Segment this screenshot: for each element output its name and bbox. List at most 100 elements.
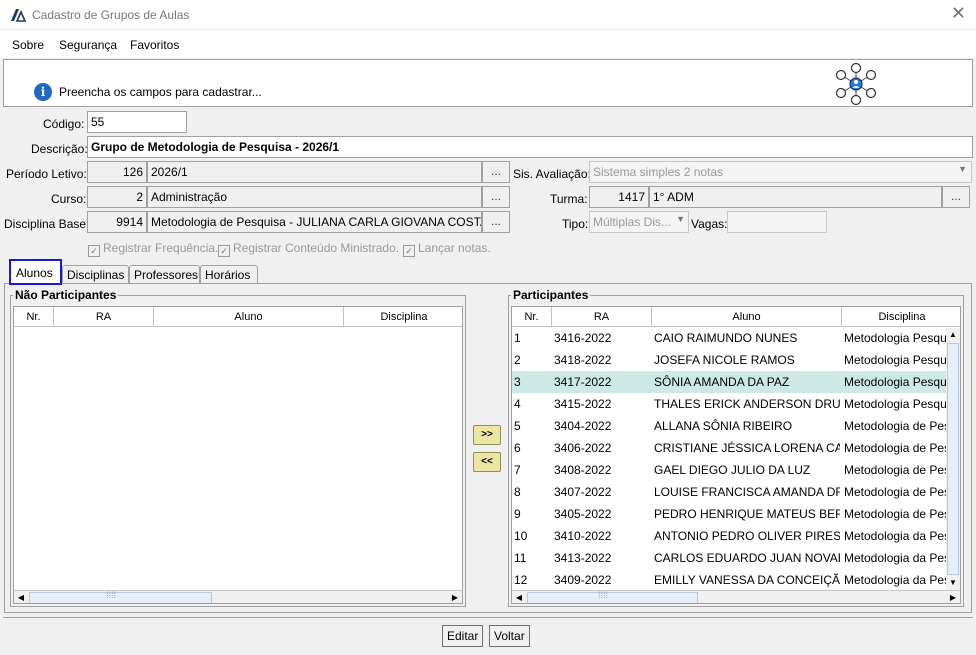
vagas-field[interactable]	[727, 211, 827, 233]
column-header-aluno[interactable]: Aluno	[652, 307, 842, 327]
cell-disciplina: Metodologia de Pes	[844, 419, 946, 433]
nao-participantes-grid[interactable]: Nr. RA Aluno Disciplina ◀ ⁞⁞⁞⁞ ▶	[13, 306, 463, 604]
turma-code-field[interactable]: 1417	[589, 186, 649, 208]
sis-avaliacao-select[interactable]: Sistema simples 2 notas ▼	[589, 161, 972, 183]
registrar-frequencia-checkbox[interactable]: ✓ Registrar Frequência.	[88, 241, 218, 257]
column-header-nr[interactable]: Nr.	[14, 307, 54, 327]
disciplina-lookup-button[interactable]: ...	[482, 211, 510, 233]
scroll-thumb[interactable]: ⁞⁞⁞⁞	[527, 590, 698, 603]
table-row[interactable]: 3 3417-2022 SÔNIA AMANDA DA PAZ Metodologia…	[512, 371, 946, 393]
remove-participant-button[interactable]: <<	[473, 452, 501, 472]
table-row[interactable]: 11 3413-2022 CARLOS EDUARDO JUAN NOVAES Met…	[512, 547, 946, 569]
cell-nr: 8	[514, 485, 521, 499]
scroll-right-icon[interactable]: ▶	[448, 591, 462, 603]
grip-icon: ⁞⁞⁞⁞	[598, 590, 609, 600]
cell-nr: 9	[514, 507, 521, 521]
table-row[interactable]: 5 3404-2022 ALLANA SÔNIA RIBEIRO Metodologi…	[512, 415, 946, 437]
column-header-ra[interactable]: RA	[552, 307, 652, 327]
scroll-left-icon[interactable]: ◀	[512, 591, 526, 603]
footer-bar: Editar Voltar	[3, 617, 973, 651]
add-participant-button[interactable]: >>	[473, 425, 501, 445]
codigo-field[interactable]: 55	[87, 111, 187, 133]
descricao-field[interactable]: Grupo de Metodologia de Pesquisa - 2026/…	[87, 136, 973, 158]
check-icon: ✓	[218, 245, 230, 257]
cell-disciplina: Metodologia Pesqu	[844, 331, 946, 345]
cell-disciplina: Metodologia da Pes	[844, 529, 946, 543]
table-row[interactable]: 4 3415-2022 THALES ERICK ANDERSON DRUM... M…	[512, 393, 946, 415]
horizontal-scrollbar[interactable]: ◀ ⁞⁞⁞⁞ ▶	[14, 590, 462, 603]
periodo-lookup-button[interactable]: ...	[482, 161, 510, 183]
participantes-grid[interactable]: Nr. RA Aluno Disciplina 1 3416-2022 CAIO R…	[511, 306, 961, 604]
check-icon: ✓	[88, 245, 100, 257]
check-icon: ✓	[403, 245, 415, 257]
editar-button[interactable]: Editar	[442, 625, 484, 647]
voltar-button[interactable]: Voltar	[489, 625, 530, 647]
tab-professores[interactable]: Professores	[129, 265, 200, 283]
tipo-select[interactable]: Múltiplas Dis... ▼	[589, 211, 689, 233]
tipo-value: Múltiplas Dis...	[593, 215, 672, 229]
cell-disciplina: Metodologia de Pes	[844, 485, 946, 499]
cell-ra: 3418-2022	[554, 353, 612, 367]
scroll-thumb[interactable]: ⁞⁞⁞⁞	[29, 590, 212, 603]
table-row[interactable]: 6 3406-2022 CRISTIANE JÉSSICA LORENA CAM..…	[512, 437, 946, 459]
disciplina-code-field[interactable]: 9914	[87, 211, 147, 233]
cell-aluno: GAEL DIEGO JULIO DA LUZ	[654, 463, 811, 477]
table-row[interactable]: 12 3409-2022 EMILLY VANESSA DA CONCEIÇÃO Me…	[512, 569, 946, 591]
tab-horarios[interactable]: Horários	[200, 265, 258, 283]
vertical-scrollbar[interactable]: ▲ ▼	[946, 328, 960, 590]
table-row[interactable]: 8 3407-2022 LOUISE FRANCISCA AMANDA DR... M…	[512, 481, 946, 503]
cell-nr: 1	[514, 331, 521, 345]
column-header-disciplina[interactable]: Disciplina	[344, 307, 462, 327]
table-row[interactable]: 2 3418-2022 JOSEFA NICOLE RAMOS Metodologia…	[512, 349, 946, 371]
lancar-notas-checkbox[interactable]: ✓ Lançar notas.	[403, 241, 491, 257]
horizontal-scrollbar[interactable]: ◀ ⁞⁞⁞⁞ ▶	[512, 590, 960, 603]
cell-nr: 11	[514, 551, 527, 565]
close-icon[interactable]: ✕	[951, 3, 966, 24]
periodo-name-field[interactable]: 2026/1	[147, 161, 482, 183]
scroll-up-icon[interactable]: ▲	[946, 328, 960, 342]
column-header-disciplina[interactable]: Disciplina	[842, 307, 960, 327]
column-header-nr[interactable]: Nr.	[512, 307, 552, 327]
periodo-code-field[interactable]: 126	[87, 161, 147, 183]
registrar-frequencia-label: Registrar Frequência.	[103, 241, 219, 255]
curso-code-field[interactable]: 2	[87, 186, 147, 208]
window-title: Cadastro de Grupos de Aulas	[32, 8, 190, 22]
curso-lookup-button[interactable]: ...	[482, 186, 510, 208]
table-row[interactable]: 10 3410-2022 ANTONIO PEDRO OLIVER PIRES Met…	[512, 525, 946, 547]
table-row[interactable]: 9 3405-2022 PEDRO HENRIQUE MATEUS BERN... M…	[512, 503, 946, 525]
info-icon: i	[34, 83, 52, 101]
codigo-label: Código:	[43, 117, 85, 131]
cell-aluno: PEDRO HENRIQUE MATEUS BERN...	[654, 507, 840, 521]
registrar-conteudo-checkbox[interactable]: ✓ Registrar Conteúdo Ministrado.	[218, 241, 399, 257]
curso-label: Curso:	[51, 192, 87, 206]
chevron-down-icon: ▼	[676, 214, 685, 224]
table-row[interactable]: 7 3408-2022 GAEL DIEGO JULIO DA LUZ Metodol…	[512, 459, 946, 481]
cell-nr: 4	[514, 397, 521, 411]
tab-alunos[interactable]: Alunos	[9, 259, 62, 285]
cell-ra: 3407-2022	[554, 485, 612, 499]
periodo-label: Período Letivo:	[6, 167, 87, 181]
cell-ra: 3410-2022	[554, 529, 612, 543]
cell-ra: 3404-2022	[554, 419, 612, 433]
menu-favoritos[interactable]: Favoritos	[130, 38, 179, 52]
cell-ra: 3406-2022	[554, 441, 612, 455]
turma-name-field[interactable]: 1° ADM	[649, 186, 942, 208]
cell-aluno: JOSEFA NICOLE RAMOS	[654, 353, 795, 367]
app-logo-icon	[11, 9, 26, 22]
tab-disciplinas[interactable]: Disciplinas	[62, 265, 129, 283]
scroll-right-icon[interactable]: ▶	[946, 591, 960, 603]
scroll-down-icon[interactable]: ▼	[946, 576, 960, 590]
scroll-thumb[interactable]	[947, 343, 959, 575]
table-row[interactable]: 1 3416-2022 CAIO RAIMUNDO NUNES Metodologia…	[512, 327, 946, 349]
column-header-ra[interactable]: RA	[54, 307, 154, 327]
disciplina-name-field[interactable]: Metodologia de Pesquisa - JULIANA CARLA …	[147, 211, 482, 233]
menu-sobre[interactable]: Sobre	[12, 38, 44, 52]
grip-icon: ⁞⁞⁞⁞	[106, 590, 117, 600]
registrar-conteudo-label: Registrar Conteúdo Ministrado.	[233, 241, 400, 255]
menu-seguranca[interactable]: Segurança	[59, 38, 117, 52]
scroll-left-icon[interactable]: ◀	[14, 591, 28, 603]
turma-lookup-button[interactable]: ...	[942, 186, 970, 208]
curso-name-field[interactable]: Administração	[147, 186, 482, 208]
column-header-aluno[interactable]: Aluno	[154, 307, 344, 327]
cell-aluno: LOUISE FRANCISCA AMANDA DR...	[654, 485, 840, 499]
